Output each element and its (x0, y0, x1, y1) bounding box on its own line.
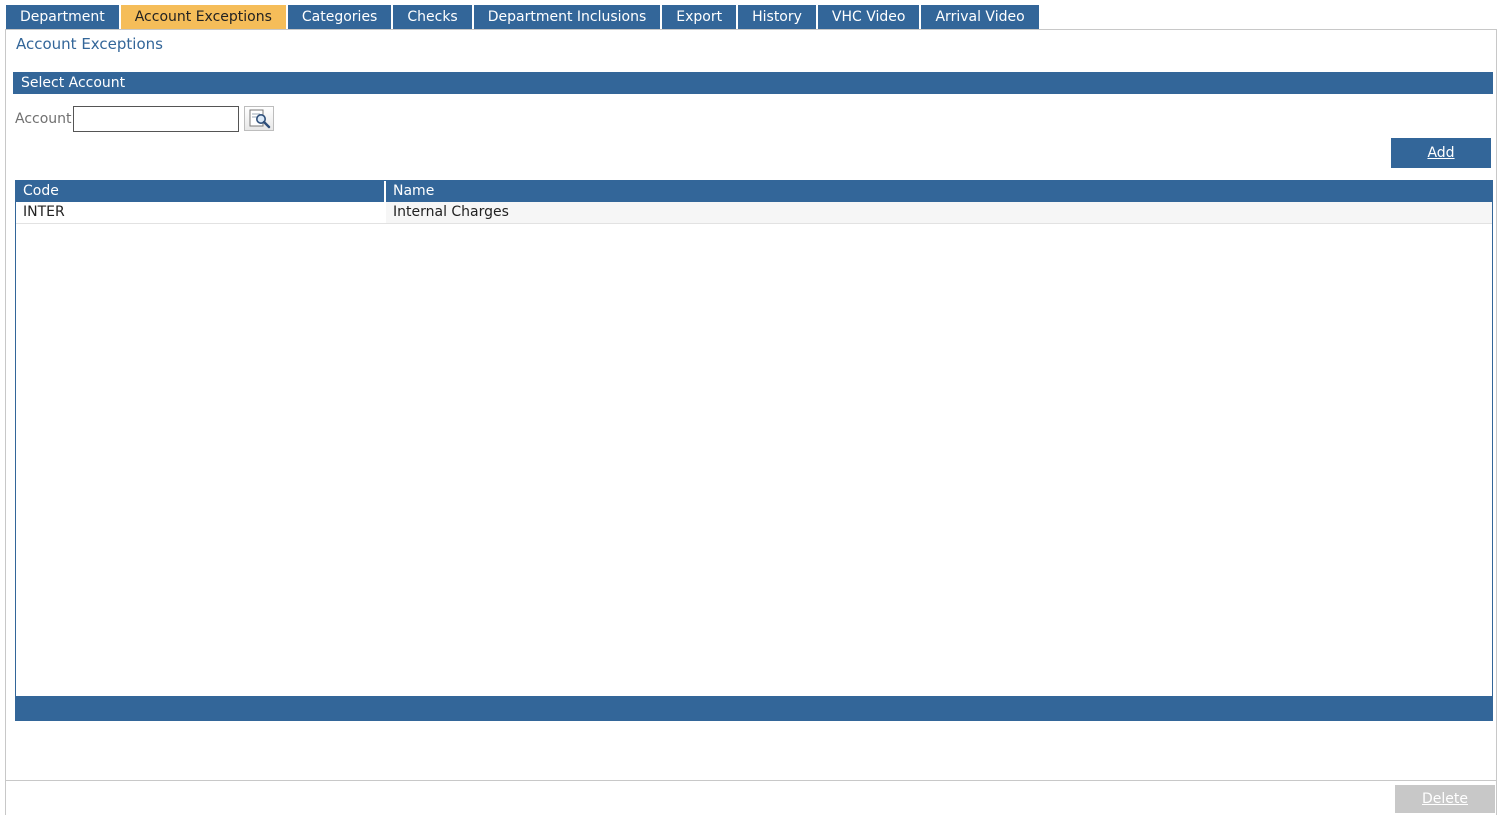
grid-header: Code Name (16, 181, 1492, 202)
column-header-code[interactable]: Code (16, 181, 386, 202)
add-button[interactable]: Add (1391, 138, 1491, 168)
account-exceptions-grid: Code Name INTER Internal Charges (15, 180, 1493, 721)
tab-vhc-video[interactable]: VHC Video (817, 5, 920, 30)
tab-department-inclusions[interactable]: Department Inclusions (473, 5, 661, 30)
grid-body: INTER Internal Charges (16, 202, 1492, 224)
tab-checks[interactable]: Checks (393, 5, 472, 30)
tab-categories[interactable]: Categories (287, 5, 392, 30)
tab-account-exceptions[interactable]: Account Exceptions (120, 5, 286, 30)
page-title: Account Exceptions (16, 35, 163, 53)
tab-history[interactable]: History (738, 5, 816, 30)
grid-footer (16, 696, 1492, 720)
delete-button: Delete (1395, 785, 1495, 813)
tab-export[interactable]: Export (662, 5, 737, 30)
section-header-select-account: Select Account (13, 72, 1493, 94)
cell-code: INTER (16, 202, 386, 223)
tab-arrival-video[interactable]: Arrival Video (921, 5, 1039, 30)
table-row[interactable]: INTER Internal Charges (16, 202, 1492, 224)
account-input[interactable] (73, 106, 239, 132)
cell-name: Internal Charges (386, 202, 1492, 223)
divider (6, 780, 1496, 781)
column-header-name[interactable]: Name (386, 181, 1492, 202)
tab-department[interactable]: Department (6, 5, 119, 30)
content-panel: Account Exceptions Select Account Accoun… (5, 29, 1497, 815)
account-lookup-button[interactable] (244, 106, 274, 131)
account-label: Account (15, 111, 72, 127)
tab-bar: Department Account Exceptions Categories… (6, 5, 1041, 30)
